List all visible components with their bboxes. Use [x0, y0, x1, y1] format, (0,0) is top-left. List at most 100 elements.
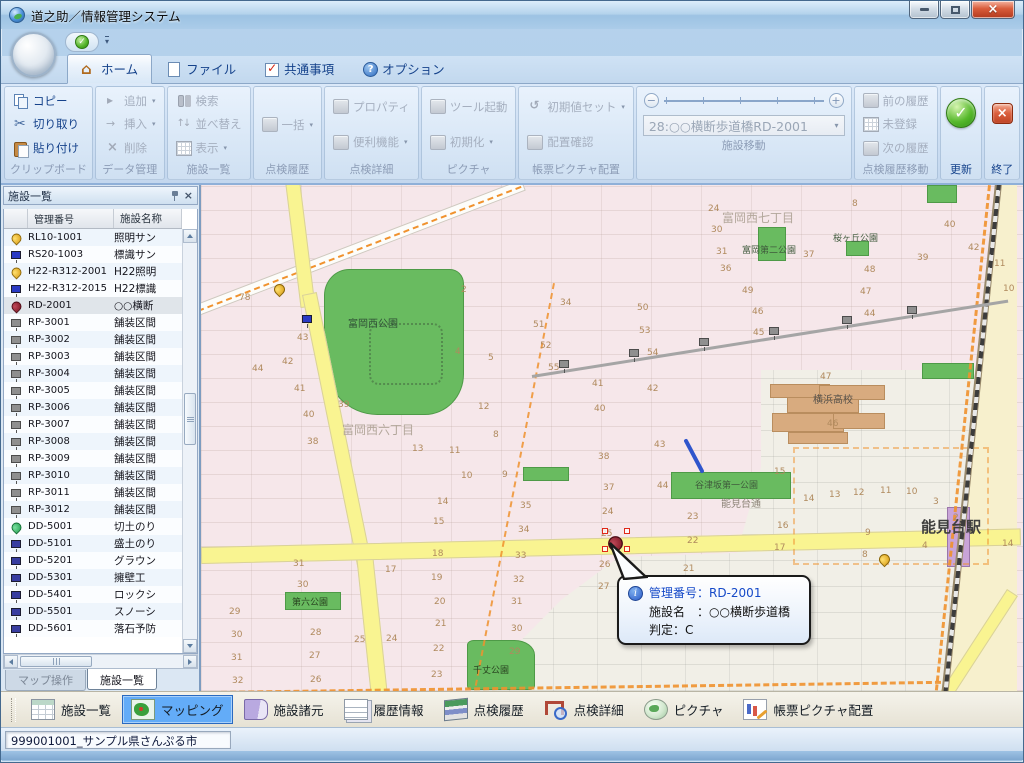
ribbon-button-delete[interactable]: 削除 [99, 139, 161, 157]
toolbar-button-history-info[interactable]: 履歴情報 [335, 695, 433, 724]
exit-button[interactable]: × [992, 103, 1013, 124]
maximize-button[interactable] [940, 1, 970, 19]
map-square-marker[interactable] [699, 338, 709, 346]
facility-row-RP-3006[interactable]: RP-3006舗装区間 [4, 399, 182, 416]
scroll-left-button[interactable] [4, 655, 18, 668]
ribbon-group-label: 帳票ピクチャ配置 [522, 160, 630, 179]
facility-row-RP-3010[interactable]: RP-3010舗装区間 [4, 467, 182, 484]
ribbon-button-batch[interactable]: 一括▾ [257, 116, 319, 134]
ribbon-button-cut[interactable]: 切り取り [8, 115, 89, 133]
application-menu-button[interactable] [11, 32, 56, 77]
map-square-marker[interactable] [769, 327, 779, 335]
ribbon-button-placement-check[interactable]: 配置確認 [522, 133, 630, 151]
name-column-header[interactable]: 施設名称 [114, 209, 182, 228]
facility-row-H22-R312-2015[interactable]: H22-R312-2015H22標識 [4, 280, 182, 297]
map-square-marker[interactable] [907, 306, 917, 314]
ribbon-button-prev-history[interactable]: 前の履歴 [858, 92, 934, 110]
facility-row-RL10-1001[interactable]: RL10-1001照明サン [4, 229, 182, 246]
slider-minus-icon[interactable]: − [644, 93, 659, 108]
ribbon-button-search[interactable]: 検索 [171, 92, 247, 110]
facility-row-RP-3005[interactable]: RP-3005舗装区間 [4, 382, 182, 399]
map-square-marker[interactable] [629, 349, 639, 357]
map-square-marker[interactable] [559, 360, 569, 368]
toolbar-button-picture[interactable]: ピクチャ [635, 695, 733, 724]
scroll-right-button[interactable] [183, 655, 197, 668]
ribbon-button-insert[interactable]: 挿入▾ [99, 115, 161, 133]
facility-move-slider[interactable]: − + [640, 89, 848, 108]
block-number: 12 [853, 488, 864, 498]
toolbar-button-facility-spec[interactable]: 施設諸元 [235, 695, 333, 724]
horizontal-scrollbar[interactable] [3, 654, 198, 669]
facility-row-DD-5401[interactable]: DD-5401ロックシ [4, 586, 182, 603]
toolbar-button-inspection-detail[interactable]: 点検詳細 [535, 695, 633, 724]
ribbon-button-unregistered[interactable]: 未登録 [858, 115, 934, 133]
facility-row-RP-3012[interactable]: RP-3012舗装区間 [4, 501, 182, 518]
map-square-marker[interactable] [842, 316, 852, 324]
ribbon-button-copy[interactable]: コピー [8, 92, 89, 110]
quick-update-button[interactable]: ✓ [65, 32, 99, 52]
update-button[interactable]: ✓ [946, 98, 976, 128]
scroll-thumb[interactable] [20, 656, 92, 667]
status-field: 999001001_サンプル県さんぷる市 [5, 731, 231, 749]
facility-row-DD-5501[interactable]: DD-5501スノーシ [4, 603, 182, 620]
tab-common[interactable]: 共通事項 [250, 54, 348, 84]
toolbar-button-facility-list[interactable]: 施設一覧 [22, 695, 120, 724]
ribbon-button-properties[interactable]: プロパティ [328, 98, 415, 116]
customize-quick-access-icon[interactable]: ▾ [105, 36, 109, 45]
scroll-up-button[interactable] [183, 229, 197, 243]
facility-row-RP-3004[interactable]: RP-3004舗装区間 [4, 365, 182, 382]
tab-options[interactable]: オプション [348, 54, 459, 84]
ribbon-button-tool-launch[interactable]: ツール起動 [425, 98, 513, 116]
facility-row-RP-3002[interactable]: RP-3002舗装区間 [4, 331, 182, 348]
scroll-down-button[interactable] [183, 639, 197, 653]
selection-handle[interactable] [602, 528, 608, 534]
ribbon-button-default-set[interactable]: 初期値セット▾ [522, 98, 630, 116]
close-button[interactable]: × [971, 1, 1015, 19]
vertical-scrollbar[interactable] [182, 229, 197, 653]
toolbar-button-report-picture-placement[interactable]: 帳票ピクチャ配置 [734, 695, 882, 724]
facility-row-RD-2001[interactable]: RD-2001○○横断 [4, 297, 182, 314]
tab-facility-list[interactable]: 施設一覧 [87, 669, 157, 690]
id-column-header[interactable]: 管理番号 [28, 209, 114, 228]
ribbon-button-sort[interactable]: 並べ替え [171, 115, 247, 133]
facility-move-dropdown[interactable]: 28:○○横断歩道橋RD-2001 ▾ [643, 115, 845, 136]
facility-row-RP-3001[interactable]: RP-3001舗装区間 [4, 314, 182, 331]
map-square-marker[interactable] [302, 315, 312, 323]
close-icon[interactable]: × [184, 191, 193, 201]
pin-icon[interactable] [170, 190, 180, 202]
marker-column-header[interactable] [4, 209, 28, 228]
facility-row-RP-3007[interactable]: RP-3007舗装区間 [4, 416, 182, 433]
ribbon-button-view[interactable]: 表示▾ [171, 139, 247, 157]
slider-track[interactable] [664, 96, 824, 105]
facility-row-DD-5101[interactable]: DD-5101盛土のり [4, 535, 182, 552]
tab-map-operation[interactable]: マップ操作 [5, 670, 86, 691]
facility-row-DD-5601[interactable]: DD-5601落石予防 [4, 620, 182, 637]
facility-row-RP-3009[interactable]: RP-3009舗装区間 [4, 450, 182, 467]
selection-handle[interactable] [624, 528, 630, 534]
ribbon-button-next-history[interactable]: 次の履歴 [858, 139, 934, 157]
tab-home[interactable]: ホーム [67, 54, 152, 84]
facility-row-DD-5201[interactable]: DD-5201グラウン [4, 552, 182, 569]
facility-row-RP-3008[interactable]: RP-3008舗装区間 [4, 433, 182, 450]
map-view[interactable]: 2430313649463784847444042391110784344424… [201, 185, 1023, 691]
facility-row-RP-3003[interactable]: RP-3003舗装区間 [4, 348, 182, 365]
ribbon-button-initialize[interactable]: 初期化▾ [425, 133, 513, 151]
scroll-track[interactable] [183, 243, 197, 639]
facility-row-DD-5001[interactable]: DD-5001切土のり [4, 518, 182, 535]
facility-row-RP-3011[interactable]: RP-3011舗装区間 [4, 484, 182, 501]
scroll-thumb[interactable] [184, 393, 196, 445]
facility-row-RS20-1003[interactable]: RS20-1003標識サン [4, 246, 182, 263]
pin-marker-icon [9, 265, 23, 279]
facility-row-H22-R312-2001[interactable]: H22-R312-2001H22照明 [4, 263, 182, 280]
ribbon-button-utility-functions[interactable]: 便利機能▾ [328, 133, 415, 151]
ribbon-button-paste[interactable]: 貼り付け [8, 139, 89, 157]
slider-plus-icon[interactable]: + [829, 93, 844, 108]
block-number: 8 [493, 430, 499, 440]
minimize-button[interactable] [909, 1, 939, 19]
scroll-track[interactable] [18, 655, 183, 668]
ribbon-button-add[interactable]: 追加▾ [99, 92, 161, 110]
tab-file[interactable]: ファイル [152, 54, 250, 84]
toolbar-button-inspection-history[interactable]: 点検履歴 [435, 695, 533, 724]
facility-row-DD-5301[interactable]: DD-5301擁壁工 [4, 569, 182, 586]
toolbar-button-mapping[interactable]: マッピング [122, 695, 233, 724]
